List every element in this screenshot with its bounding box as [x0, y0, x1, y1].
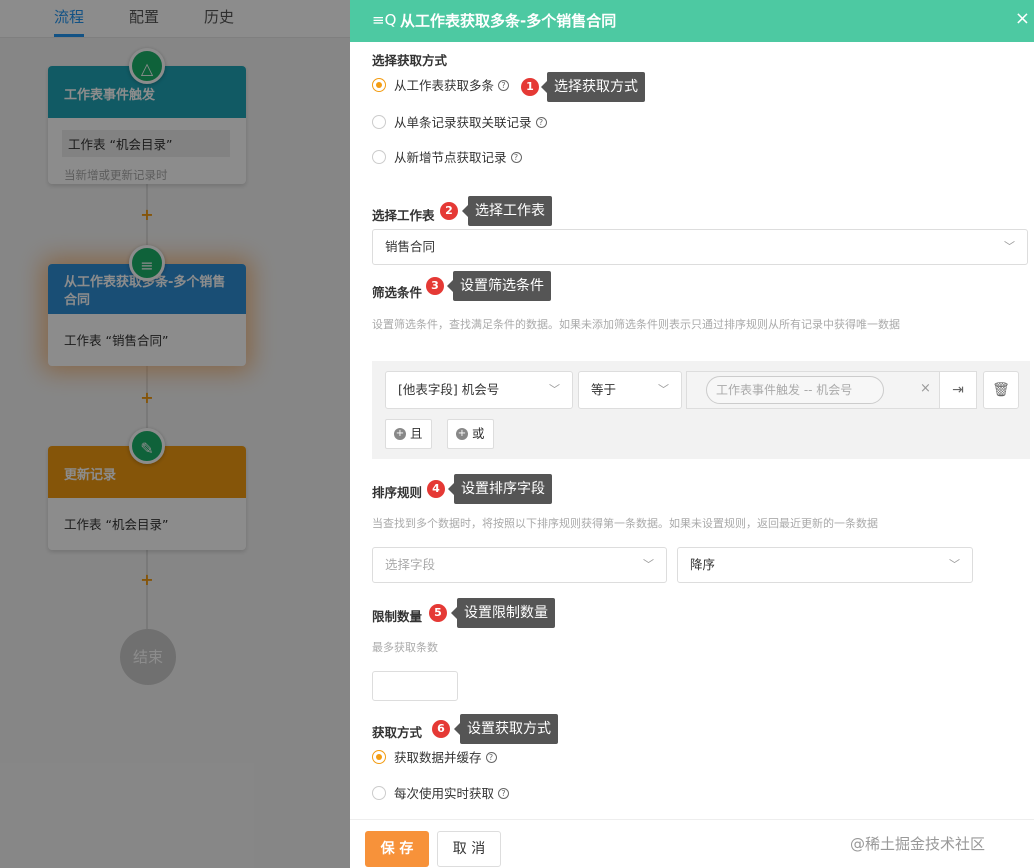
- limit-input[interactable]: [372, 671, 458, 701]
- trigger-node-table: 工作表 “机会目录”: [62, 130, 230, 157]
- annotation-badge: 2: [440, 202, 458, 220]
- radio-label: 从新增节点获取记录: [394, 150, 507, 165]
- node-config-panel: ≡Q 从工作表获取多条-多个销售合同 × 选择获取方式 从工作表获取多条? 1 …: [350, 0, 1034, 868]
- radio-label: 获取数据并缓存: [394, 750, 482, 765]
- add-node-button[interactable]: +: [139, 207, 155, 223]
- filter-value-tag[interactable]: 工作表事件触发 -- 机会号: [706, 376, 884, 404]
- radio-label: 从单条记录获取关联记录: [394, 115, 532, 130]
- filter-field-value: [他表字段] 机会号: [398, 382, 500, 397]
- sort-order-select[interactable]: 降序 ﹀: [677, 547, 973, 583]
- top-nav: 流程 配置 历史: [0, 0, 350, 38]
- trash-icon[interactable]: 🗑: [983, 371, 1019, 409]
- radio-dot: [372, 785, 386, 800]
- annotation-badge: 1: [521, 78, 539, 96]
- annotation-tip: 选择工作表: [462, 196, 552, 226]
- help-icon[interactable]: ?: [485, 752, 497, 763]
- annotation-tip: 选择获取方式: [541, 72, 645, 102]
- trigger-icon: △: [129, 48, 165, 84]
- flow-canvas: 流程 配置 历史 工作表事件触发 工作表 “机会目录” 当新增或更新记录时 △ …: [0, 0, 350, 868]
- help-icon[interactable]: ?: [510, 152, 522, 163]
- sort-hint: 当查找到多个数据时，将按照以下排序规则获得第一条数据。如果未设置规则，返回最近更…: [372, 517, 878, 530]
- annotation-badge: 6: [432, 720, 450, 738]
- tab-flow[interactable]: 流程: [54, 6, 85, 37]
- annotation-badge: 3: [426, 277, 444, 295]
- search-list-icon: ≡: [129, 245, 165, 281]
- and-label: 且: [410, 426, 423, 441]
- panel-title: 从工作表获取多条-多个销售合同: [400, 12, 617, 30]
- sort-order-value: 降序: [690, 557, 716, 572]
- end-node: 结束: [120, 629, 176, 685]
- help-icon[interactable]: ?: [498, 788, 510, 799]
- chevron-down-icon: ﹀: [949, 558, 960, 571]
- limit-label: 限制数量: [372, 609, 423, 624]
- add-node-button[interactable]: +: [139, 390, 155, 406]
- add-node-button[interactable]: +: [139, 572, 155, 588]
- annotation-tip: 设置获取方式: [454, 714, 558, 744]
- radio-related-records[interactable]: 从单条记录获取关联记录?: [372, 114, 547, 133]
- radio-dot: [372, 114, 386, 129]
- filter-operator-value: 等于: [591, 382, 617, 397]
- plus-icon: +: [456, 427, 468, 440]
- chevron-down-icon: ﹀: [1004, 240, 1015, 253]
- help-icon[interactable]: ?: [535, 117, 547, 128]
- add-or-condition-button[interactable]: + 或: [447, 419, 494, 449]
- worksheet-label: 选择工作表: [372, 208, 435, 223]
- radio-label: 从工作表获取多条: [394, 78, 495, 93]
- help-icon[interactable]: ?: [498, 80, 510, 91]
- or-label: 或: [472, 426, 485, 441]
- add-and-condition-button[interactable]: + 且: [385, 419, 432, 449]
- filter-operator-select[interactable]: 等于 ﹀: [578, 371, 682, 409]
- fetch-node-table: 工作表 “销售合同”: [64, 333, 169, 348]
- trigger-node-sub: 当新增或更新记录时: [64, 168, 168, 182]
- search-list-icon: ≡Q: [372, 11, 397, 29]
- plus-icon: +: [394, 427, 406, 440]
- edit-icon: ✎: [129, 428, 165, 464]
- watermark: @稀土掘金技术社区: [850, 835, 986, 853]
- clear-icon[interactable]: ×: [920, 381, 931, 396]
- indent-icon[interactable]: ⇥: [939, 371, 977, 409]
- filter-field-select[interactable]: [他表字段] 机会号 ﹀: [385, 371, 573, 409]
- chevron-down-icon: ﹀: [549, 383, 560, 396]
- fetch-method-label: 选择获取方式: [372, 53, 448, 68]
- annotation-tip: 设置筛选条件: [447, 271, 551, 301]
- radio-dot: [372, 749, 386, 764]
- sort-field-select[interactable]: 选择字段 ﹀: [372, 547, 667, 583]
- tab-config[interactable]: 配置: [129, 6, 159, 27]
- radio-label: 每次使用实时获取: [394, 786, 495, 801]
- worksheet-select-value: 销售合同: [385, 239, 436, 254]
- annotation-badge: 5: [429, 604, 447, 622]
- limit-hint: 最多获取条数: [372, 641, 438, 654]
- radio-fetch-multiple[interactable]: 从工作表获取多条?: [372, 77, 510, 96]
- worksheet-select[interactable]: 销售合同 ﹀: [372, 229, 1028, 265]
- radio-new-node-records[interactable]: 从新增节点获取记录?: [372, 149, 522, 168]
- panel-header: ≡Q 从工作表获取多条-多个销售合同 ×: [350, 0, 1034, 42]
- annotation-tip: 设置限制数量: [451, 598, 555, 628]
- close-icon[interactable]: ×: [1015, 8, 1030, 29]
- annotation-badge: 4: [427, 480, 445, 498]
- radio-realtime[interactable]: 每次使用实时获取?: [372, 785, 510, 804]
- sort-field-placeholder: 选择字段: [385, 557, 436, 572]
- update-node-table: 工作表 “机会目录”: [64, 517, 169, 532]
- retrieval-label: 获取方式: [372, 725, 423, 740]
- tab-history[interactable]: 历史: [204, 6, 234, 27]
- save-button[interactable]: 保 存: [365, 831, 429, 867]
- filter-label: 筛选条件: [372, 285, 423, 300]
- filter-hint: 设置筛选条件，查找满足条件的数据。如果未添加筛选条件则表示只通过排序规则从所有记…: [372, 318, 900, 331]
- chevron-down-icon: ﹀: [643, 558, 654, 571]
- radio-cache-data[interactable]: 获取数据并缓存?: [372, 749, 497, 768]
- chevron-down-icon: ﹀: [658, 383, 669, 396]
- sort-label: 排序规则: [372, 485, 423, 500]
- radio-dot: [372, 77, 386, 92]
- cancel-button[interactable]: 取 消: [437, 831, 501, 867]
- annotation-tip: 设置排序字段: [448, 474, 552, 504]
- radio-dot: [372, 149, 386, 164]
- panel-footer: 保 存 取 消 @稀土掘金技术社区: [350, 819, 1034, 868]
